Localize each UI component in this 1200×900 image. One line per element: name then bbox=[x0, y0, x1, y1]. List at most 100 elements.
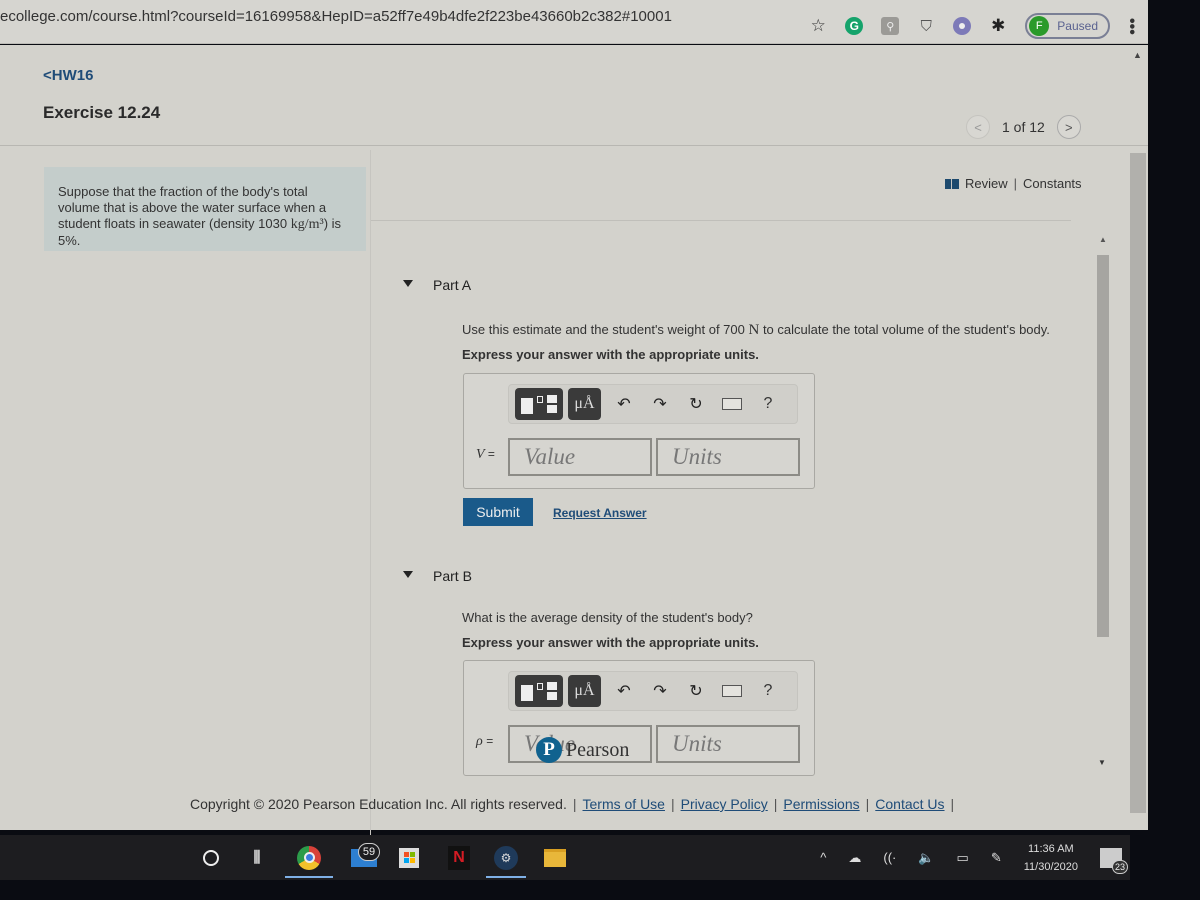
pen-workspace-icon[interactable]: ✎ bbox=[991, 850, 1002, 866]
taskbar-steam[interactable]: ⚙ bbox=[486, 835, 526, 880]
wifi-icon[interactable]: ((· bbox=[883, 850, 896, 865]
pearson-logo: P Pearson bbox=[536, 737, 629, 763]
scroll-up-icon[interactable]: ▲ bbox=[1099, 235, 1107, 244]
equals-sign: = bbox=[486, 734, 494, 748]
undo-icon[interactable]: ↶ bbox=[606, 394, 642, 414]
profile-button[interactable]: F Paused bbox=[1025, 13, 1110, 39]
separator: | bbox=[572, 796, 577, 812]
separator: | bbox=[950, 796, 955, 812]
content-scrollbar[interactable]: ▲ ▼ bbox=[1097, 235, 1109, 775]
microsoft-store-icon bbox=[399, 847, 419, 868]
item-position: 1 of 12 bbox=[1002, 119, 1045, 135]
active-indicator bbox=[486, 876, 526, 878]
units-input[interactable]: Units bbox=[656, 725, 800, 763]
volume-icon[interactable]: 🔈 bbox=[918, 850, 934, 866]
back-to-assignment-link[interactable]: <HW16 bbox=[43, 67, 93, 84]
part-a-instruction: Express your answer with the appropriate… bbox=[462, 347, 759, 362]
taskbar: ⫼ 59 N ⚙ ^ ☁ ((· 🔈 ▭ ✎ 11:36 AM 11/30/20… bbox=[0, 835, 1130, 880]
taskbar-store[interactable] bbox=[394, 835, 424, 880]
superscript-icon bbox=[537, 682, 543, 690]
page-title: Exercise 12.24 bbox=[43, 103, 161, 122]
address-bar[interactable]: ecollege.com/course.html?courseId=161699… bbox=[0, 8, 672, 25]
units-button[interactable]: μÅ bbox=[568, 675, 601, 707]
keyboard-shortcuts-button[interactable] bbox=[714, 682, 750, 700]
templates-button[interactable] bbox=[515, 675, 563, 707]
templates-button[interactable] bbox=[515, 388, 563, 420]
part-b-question: What is the average density of the stude… bbox=[462, 610, 753, 625]
template-block-icon bbox=[521, 685, 533, 701]
bookmark-star-icon[interactable]: ☆ bbox=[809, 16, 827, 35]
value-input[interactable]: Value bbox=[508, 438, 652, 476]
next-item-button[interactable]: > bbox=[1056, 115, 1081, 139]
page-scrollbar[interactable]: ▲ bbox=[1130, 50, 1146, 830]
contact-us-link[interactable]: Contact Us bbox=[875, 796, 944, 812]
extensions-puzzle-icon[interactable]: ✱ bbox=[989, 16, 1007, 35]
terms-of-use-link[interactable]: Terms of Use bbox=[583, 796, 665, 812]
redo-icon[interactable]: ↷ bbox=[642, 681, 678, 701]
chrome-icon bbox=[297, 845, 321, 870]
clock[interactable]: 11:36 AM 11/30/2020 bbox=[1024, 840, 1078, 876]
separator: | bbox=[865, 796, 870, 812]
scrollbar-thumb[interactable] bbox=[1097, 255, 1109, 637]
mail-unread-badge: 59 bbox=[358, 843, 380, 861]
shield-extension-icon[interactable]: ⛉ bbox=[917, 17, 935, 35]
reset-icon[interactable]: ↻ bbox=[678, 681, 714, 701]
question-text-end: to calculate the total volume of the stu… bbox=[759, 322, 1050, 337]
purple-extension-icon[interactable] bbox=[953, 17, 972, 35]
scrollbar-thumb[interactable] bbox=[1130, 153, 1146, 813]
scroll-down-icon[interactable]: ▼ bbox=[1098, 758, 1106, 767]
undo-icon[interactable]: ↶ bbox=[606, 681, 642, 701]
taskbar-file-explorer[interactable] bbox=[540, 835, 570, 880]
help-icon[interactable]: ? bbox=[750, 682, 786, 700]
battery-icon[interactable]: ▭ bbox=[957, 850, 969, 866]
back-link-label: HW16 bbox=[51, 67, 94, 84]
question-text: Use this estimate and the student's weig… bbox=[462, 322, 749, 337]
caret-down-icon[interactable] bbox=[403, 280, 413, 287]
part-a-header[interactable]: Part A bbox=[403, 277, 471, 293]
taskbar-netflix[interactable]: N bbox=[444, 835, 474, 880]
permissions-link[interactable]: Permissions bbox=[783, 796, 859, 812]
pearson-wordmark: Pearson bbox=[566, 738, 630, 761]
action-center-button[interactable]: 23 bbox=[1100, 847, 1128, 874]
scroll-up-icon[interactable]: ▲ bbox=[1133, 50, 1142, 60]
chevron-left-icon: < bbox=[43, 67, 52, 84]
previous-item-button[interactable]: < bbox=[966, 115, 990, 139]
browser-actions: ☆ G ⚲ ⛉ ✱ F Paused ••• bbox=[809, 12, 1148, 40]
fraction-icon bbox=[547, 682, 557, 700]
time: 11:36 AM bbox=[1028, 842, 1074, 855]
pearson-icon: P bbox=[536, 737, 562, 763]
divider bbox=[371, 220, 1071, 221]
page-content: <HW16 Exercise 12.24 < 1 of 12 > Suppose… bbox=[0, 45, 1148, 840]
show-hidden-icons-chevron-icon[interactable]: ^ bbox=[820, 850, 826, 865]
cloud-sync-icon[interactable]: ☁ bbox=[848, 850, 861, 866]
keyboard-shortcuts-button[interactable] bbox=[714, 395, 750, 413]
help-icon[interactable]: ? bbox=[750, 395, 786, 413]
units-input[interactable]: Units bbox=[656, 438, 800, 476]
browser-toolbar: ecollege.com/course.html?courseId=161699… bbox=[0, 0, 1148, 44]
grammarly-icon[interactable]: G bbox=[845, 17, 864, 35]
caret-down-icon[interactable] bbox=[403, 571, 413, 578]
book-icon bbox=[945, 178, 959, 189]
variable-label: V = bbox=[476, 447, 495, 463]
redo-icon[interactable]: ↷ bbox=[642, 394, 678, 414]
template-block-icon bbox=[521, 398, 533, 414]
superscript-icon bbox=[537, 395, 543, 403]
request-answer-link[interactable]: Request Answer bbox=[553, 506, 647, 520]
task-view-button[interactable]: ⫼ bbox=[242, 835, 272, 880]
taskbar-chrome[interactable] bbox=[285, 835, 333, 880]
privacy-policy-link[interactable]: Privacy Policy bbox=[681, 796, 768, 812]
browser-menu-icon[interactable]: ••• bbox=[1123, 18, 1140, 35]
submit-button[interactable]: Submit bbox=[463, 498, 533, 526]
copyright-text: Copyright © 2020 Pearson Education Inc. … bbox=[190, 796, 567, 812]
taskbar-mail[interactable]: 59 bbox=[344, 835, 384, 880]
avatar: F bbox=[1029, 16, 1050, 36]
constants-link[interactable]: Constants bbox=[1023, 176, 1082, 191]
review-link[interactable]: Review bbox=[965, 176, 1008, 191]
extension-icon[interactable]: ⚲ bbox=[881, 17, 900, 35]
cortana-button[interactable] bbox=[196, 835, 226, 880]
part-b-header[interactable]: Part B bbox=[403, 568, 472, 584]
units-button[interactable]: μÅ bbox=[568, 388, 601, 420]
part-b-instruction: Express your answer with the appropriate… bbox=[462, 635, 759, 650]
variable-symbol: V bbox=[476, 447, 485, 462]
reset-icon[interactable]: ↻ bbox=[678, 394, 714, 414]
